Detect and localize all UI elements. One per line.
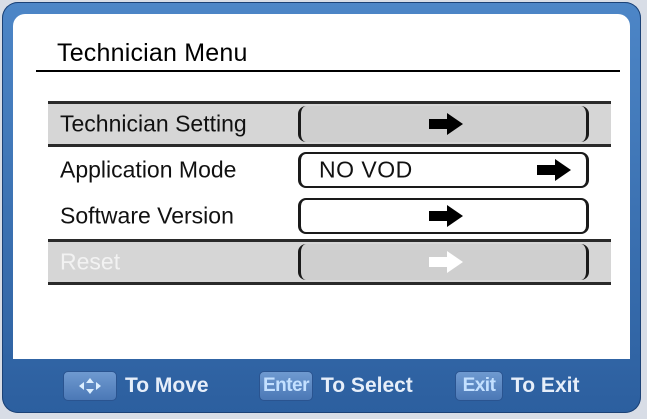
menu-item-reset[interactable]: Reset [48,239,611,285]
arrow-right-icon [537,159,571,181]
exit-key: Exit [455,371,503,401]
title-divider [36,70,620,72]
menu-item-software-version[interactable]: Software Version [48,193,611,239]
menu-list: Technician Setting Application Mode NO V… [48,101,611,285]
enter-key: Enter [259,371,313,401]
hint-move: To Move [63,370,209,402]
menu-item-application-mode[interactable]: Application Mode NO VOD [48,147,611,193]
menu-title: Technician Menu [57,39,248,67]
menu-item-label: Software Version [60,202,234,229]
footer-hints: To Move Enter To Select Exit To Exit [13,364,630,408]
menu-frame: Technician Menu Technician Setting Appli… [2,2,641,413]
hint-select: Enter To Select [259,370,413,402]
technician-setting-field[interactable] [298,106,589,142]
hint-select-label: To Select [321,374,413,397]
hint-move-label: To Move [125,374,209,397]
navigation-arrows-icon [63,371,117,401]
menu-item-technician-setting[interactable]: Technician Setting [48,101,611,147]
software-version-field[interactable] [298,198,589,234]
menu-item-label: Reset [60,248,121,275]
application-mode-value: NO VOD [319,156,413,183]
arrow-right-icon [429,251,463,273]
reset-field[interactable] [298,244,589,280]
menu-item-label: Technician Setting [60,110,247,137]
application-mode-field[interactable]: NO VOD [298,152,589,188]
hint-exit: Exit To Exit [455,370,579,402]
hint-exit-label: To Exit [511,374,580,397]
arrow-right-icon [429,205,463,227]
menu-item-label: Application Mode [60,156,237,183]
arrow-right-icon [429,113,463,135]
